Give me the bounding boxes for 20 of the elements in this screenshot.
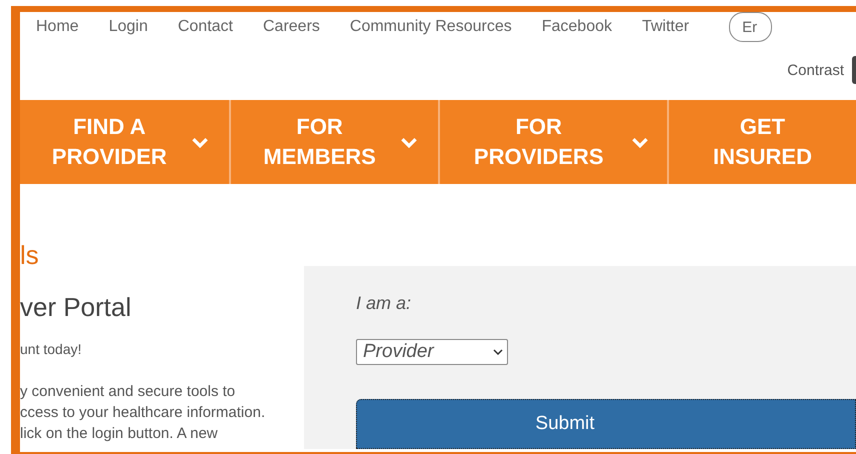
chevron-down-icon — [630, 136, 649, 148]
field-label: I am a: — [356, 293, 412, 314]
nav-link[interactable]: Twitter — [642, 18, 690, 36]
nav-link[interactable]: Home — [36, 18, 79, 36]
body-paragraph: y convenient and secure tools to ccess to your healthcare information. lick on the login button. A new — [20, 382, 266, 444]
role-select[interactable]: Provider — [356, 339, 508, 365]
language-button[interactable]: Er — [729, 12, 772, 42]
nav-link[interactable]: Contact — [178, 18, 233, 36]
section-title: ls — [20, 240, 40, 272]
intro-text: unt today! — [20, 341, 82, 357]
nav-link[interactable]: Login — [108, 18, 148, 36]
chevron-down-icon — [493, 349, 503, 355]
page-heading: ver Portal — [20, 292, 132, 323]
nav-link[interactable]: Facebook — [542, 18, 612, 36]
submit-button[interactable]: Submit — [356, 399, 856, 449]
nav-link[interactable]: Careers — [262, 18, 320, 36]
chevron-down-icon — [191, 136, 210, 148]
nav-link[interactable]: Community Resources — [350, 18, 512, 36]
contrast-label: Contrast — [787, 62, 844, 78]
chevron-down-icon — [400, 136, 418, 148]
